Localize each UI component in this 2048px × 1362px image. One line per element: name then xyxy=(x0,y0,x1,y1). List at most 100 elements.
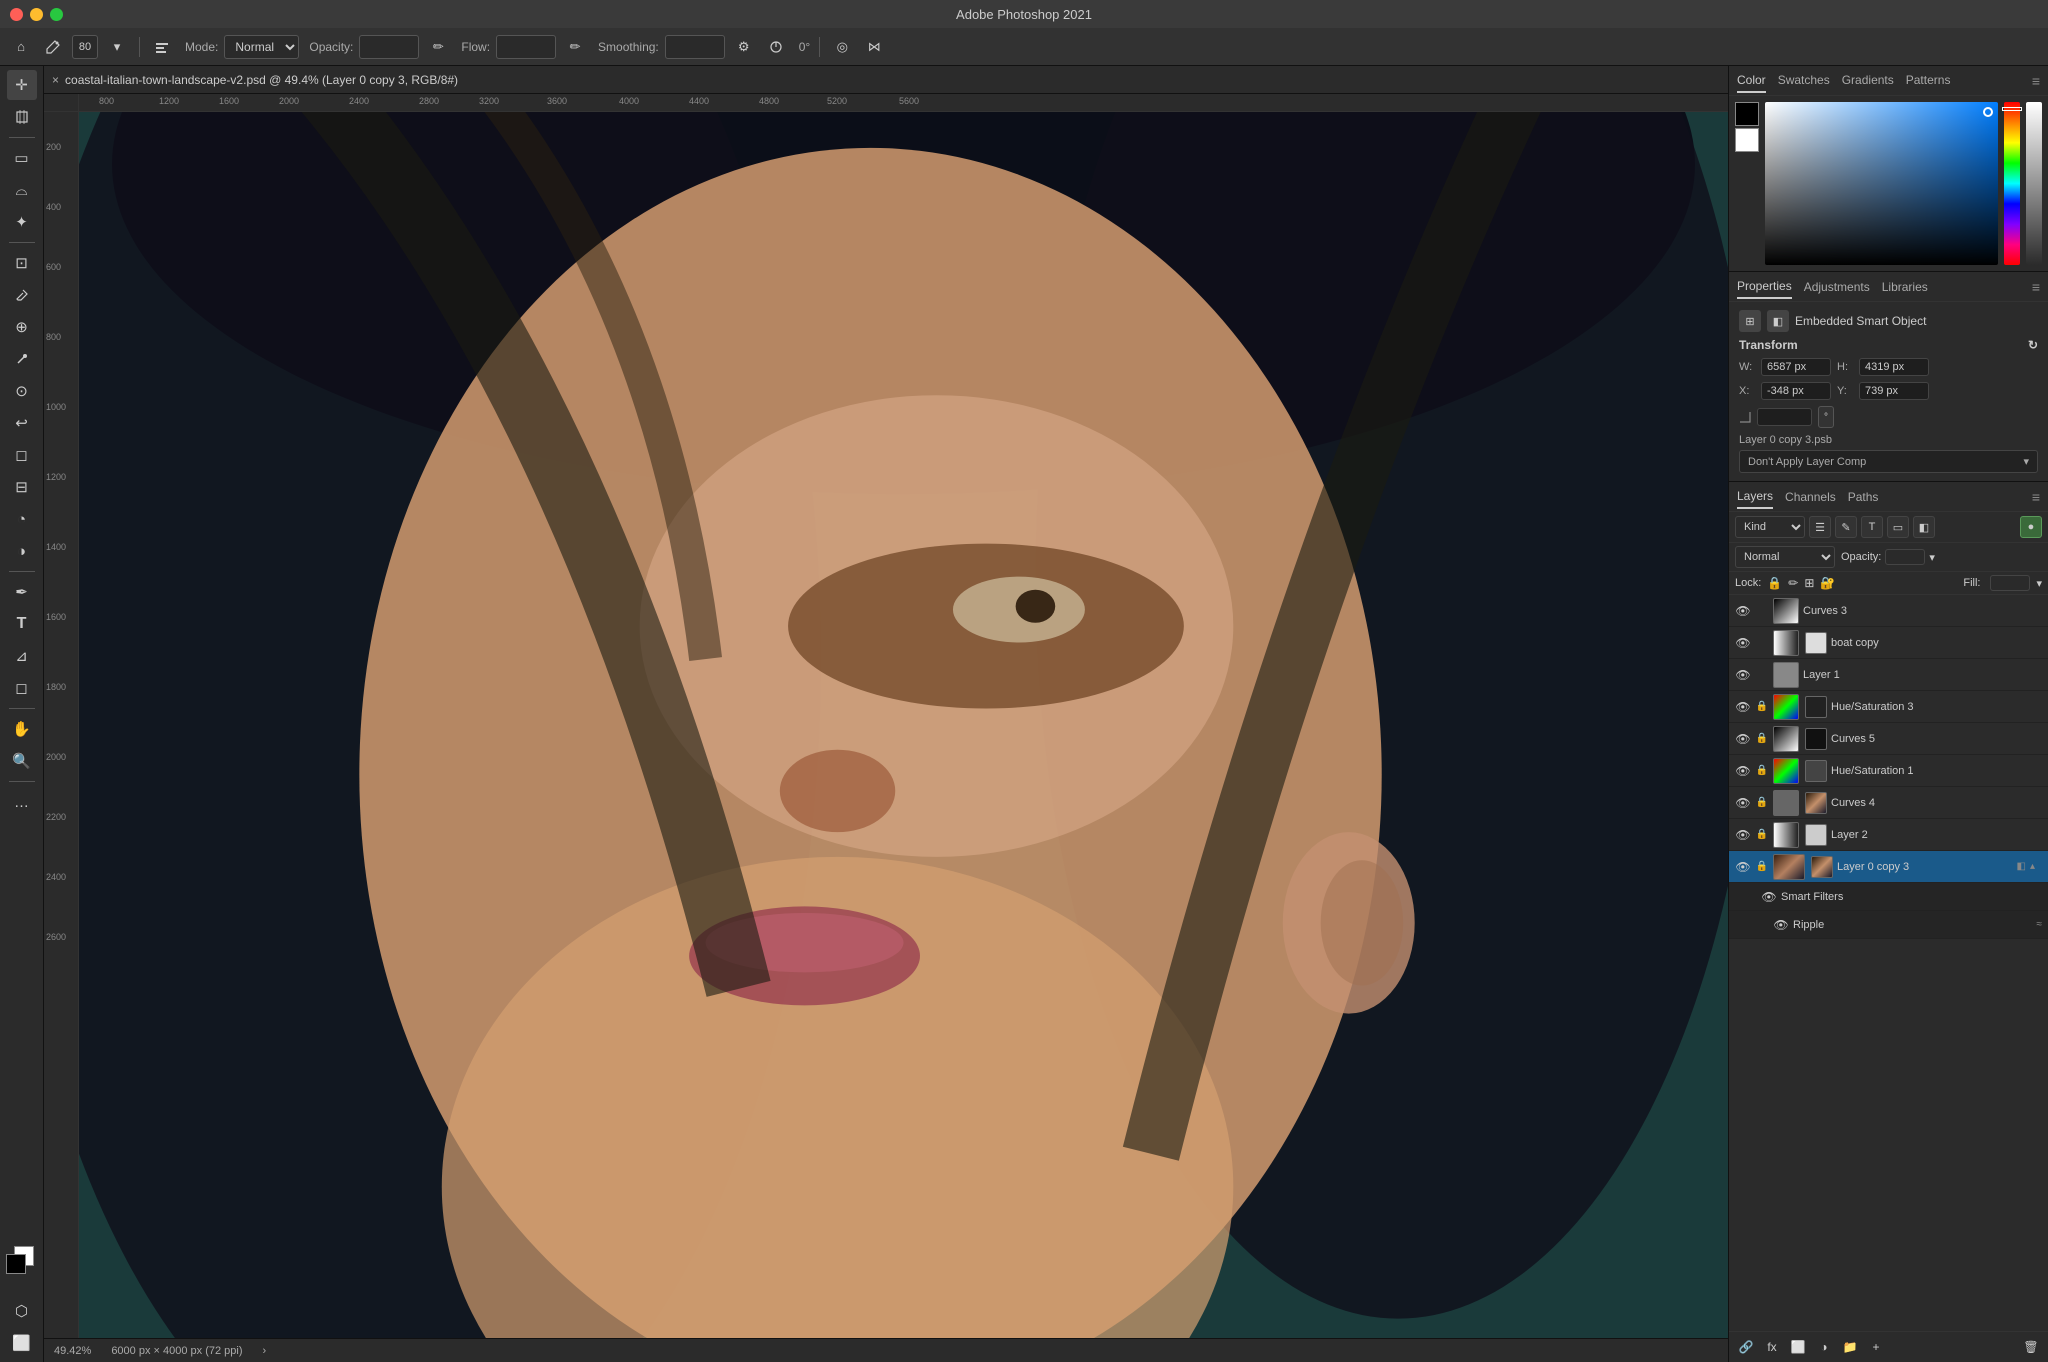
screen-mode-btn[interactable]: ⬜ xyxy=(7,1328,37,1358)
add-layer-btn[interactable]: + xyxy=(1865,1336,1887,1358)
opacity-pen-btn[interactable]: ✏ xyxy=(425,34,451,60)
mode-select[interactable]: Normal Multiply Screen xyxy=(224,35,299,59)
brush-tool-side[interactable] xyxy=(7,344,37,374)
angle-btn[interactable] xyxy=(763,34,789,60)
layer-item[interactable]: 👁 Layer 1 xyxy=(1729,659,2048,691)
layer-visibility-toggle[interactable]: 👁 xyxy=(1735,635,1751,651)
zoom-tool[interactable]: 🔍 xyxy=(7,746,37,776)
color-gradient-picker[interactable] xyxy=(1765,102,1998,265)
tab-layers[interactable]: Layers xyxy=(1737,485,1773,509)
layer-visibility-toggle[interactable]: 👁 xyxy=(1735,667,1751,683)
bg-color-preview[interactable] xyxy=(1735,128,1759,152)
layer-visibility-toggle[interactable]: 👁 xyxy=(1735,731,1751,747)
settings-btn[interactable]: ⚙ xyxy=(731,34,757,60)
opacity-chevron[interactable]: ▾ xyxy=(1929,551,1935,564)
layer-expand-button[interactable]: ▴ xyxy=(2030,861,2042,872)
gradient-tool[interactable]: ⊟ xyxy=(7,472,37,502)
layer-visibility-toggle[interactable]: 👁 xyxy=(1773,917,1789,933)
y-value[interactable]: 739 px xyxy=(1859,382,1929,400)
heal-tool[interactable]: ⊕ xyxy=(7,312,37,342)
shape-tool[interactable]: ◻ xyxy=(7,673,37,703)
maximize-button[interactable] xyxy=(50,8,63,21)
layer-visibility-toggle[interactable]: 👁 xyxy=(1735,795,1751,811)
flow-input[interactable]: 100% xyxy=(496,35,556,59)
adjustment-filter-btn[interactable]: ✎ xyxy=(1835,516,1857,538)
opacity-input[interactable]: 100% xyxy=(359,35,419,59)
opacity-value-input[interactable]: 46% xyxy=(1885,549,1925,565)
minimize-button[interactable] xyxy=(30,8,43,21)
selection-tool[interactable]: ▭ xyxy=(7,143,37,173)
path-select-tool[interactable]: ⊿ xyxy=(7,641,37,671)
layer-visibility-toggle[interactable]: 👁 xyxy=(1735,827,1751,843)
add-mask-btn[interactable]: ⬜ xyxy=(1787,1336,1809,1358)
kind-filter-select[interactable]: Kind xyxy=(1735,516,1805,538)
tab-paths[interactable]: Paths xyxy=(1848,486,1879,508)
crop-tool[interactable]: ⊡ xyxy=(7,248,37,278)
color-panel-options[interactable]: ≡ xyxy=(2032,73,2040,89)
layer-visibility-toggle[interactable]: 👁 xyxy=(1735,603,1751,619)
delete-layer-btn[interactable]: 🗑 xyxy=(2020,1336,2042,1358)
dodge-tool[interactable]: ◑ xyxy=(7,536,37,566)
layer-item[interactable]: 👁 🔒 Layer 2 xyxy=(1729,819,2048,851)
layer-item[interactable]: 👁 🔒 Curves 4 xyxy=(1729,787,2048,819)
brush-preset-btn[interactable]: ▾ xyxy=(104,34,130,60)
tab-patterns[interactable]: Patterns xyxy=(1906,69,1951,93)
add-folder-btn[interactable]: 📁 xyxy=(1839,1336,1861,1358)
filter-toggle-btn[interactable]: ● xyxy=(2020,516,2042,538)
layer-visibility-toggle[interactable]: 👁 xyxy=(1761,889,1777,905)
arrow-icon[interactable]: › xyxy=(263,1345,267,1357)
sub-layer-item[interactable]: 👁 Smart Filters xyxy=(1729,883,2048,911)
tab-libraries[interactable]: Libraries xyxy=(1882,276,1928,298)
eraser-tool[interactable]: ◻ xyxy=(7,440,37,470)
history-tool[interactable]: ↩ xyxy=(7,408,37,438)
type-filter-btn[interactable]: T xyxy=(1861,516,1883,538)
flow-pen-btn[interactable]: ✏ xyxy=(562,34,588,60)
text-tool[interactable]: T xyxy=(7,609,37,639)
brush-tool[interactable] xyxy=(40,34,66,60)
transparency-bar[interactable] xyxy=(2026,102,2042,265)
tab-color[interactable]: Color xyxy=(1737,69,1766,93)
hand-tool[interactable]: ✋ xyxy=(7,714,37,744)
layer-visibility-toggle[interactable]: 👁 xyxy=(1735,859,1751,875)
lock-position-btn[interactable]: 🔒 xyxy=(1767,576,1782,590)
w-value[interactable]: 6587 px xyxy=(1761,358,1831,376)
hue-bar[interactable] xyxy=(2004,102,2020,265)
symmetry-btn[interactable]: ⋈ xyxy=(861,34,887,60)
add-style-btn[interactable]: fx xyxy=(1761,1336,1783,1358)
tab-properties[interactable]: Properties xyxy=(1737,275,1792,299)
shape-filter-btn[interactable]: ▭ xyxy=(1887,516,1909,538)
canvas-viewport[interactable] xyxy=(79,112,1728,1338)
extra-tools-btn[interactable]: … xyxy=(7,787,37,817)
move-tool[interactable]: ✛ xyxy=(7,70,37,100)
link-layers-btn[interactable]: 🔗 xyxy=(1735,1336,1757,1358)
layer-visibility-toggle[interactable]: 👁 xyxy=(1735,699,1751,715)
layer-item[interactable]: 👁 boat copy xyxy=(1729,627,2048,659)
layer-item[interactable]: 👁 Curves 3 xyxy=(1729,595,2048,627)
layer-item[interactable]: 👁 🔒 Hue/Saturation 3 xyxy=(1729,691,2048,723)
foreground-color-swatch[interactable] xyxy=(6,1254,26,1274)
tab-channels[interactable]: Channels xyxy=(1785,486,1836,508)
properties-panel-options[interactable]: ≡ xyxy=(2032,279,2040,295)
add-adjustment-btn[interactable]: ◑ xyxy=(1813,1336,1835,1358)
clone-tool[interactable]: ⊙ xyxy=(7,376,37,406)
close-button[interactable] xyxy=(10,8,23,21)
layer-item[interactable]: 👁 🔒 Layer 0 copy 3 ◧ ▴ xyxy=(1729,851,2048,883)
x-value[interactable]: -348 px xyxy=(1761,382,1831,400)
smoothing-input[interactable]: 22% xyxy=(665,35,725,59)
lock-pixel-btn[interactable]: ✏ xyxy=(1788,576,1798,590)
layer-visibility-toggle[interactable]: 👁 xyxy=(1735,763,1751,779)
home-button[interactable]: ⌂ xyxy=(8,34,34,60)
lock-artboard-btn[interactable]: ⊞ xyxy=(1804,576,1814,590)
smart-filter-btn[interactable]: ◧ xyxy=(1913,516,1935,538)
eyedropper-tool[interactable] xyxy=(7,280,37,310)
pressure-btn[interactable]: ◎ xyxy=(829,34,855,60)
blur-tool[interactable]: ◔ xyxy=(7,504,37,534)
angle-unit-btn[interactable]: ° xyxy=(1818,406,1834,428)
layer-comp-selector[interactable]: Don't Apply Layer Comp ▾ xyxy=(1739,450,2038,473)
tab-adjustments[interactable]: Adjustments xyxy=(1804,276,1870,298)
brush-size-box[interactable]: 80 xyxy=(72,35,98,59)
lasso-tool[interactable]: ⌓ xyxy=(7,175,37,205)
magic-wand-tool[interactable]: ✦ xyxy=(7,207,37,237)
close-tab-button[interactable]: × xyxy=(52,73,59,87)
h-value[interactable]: 4319 px xyxy=(1859,358,1929,376)
